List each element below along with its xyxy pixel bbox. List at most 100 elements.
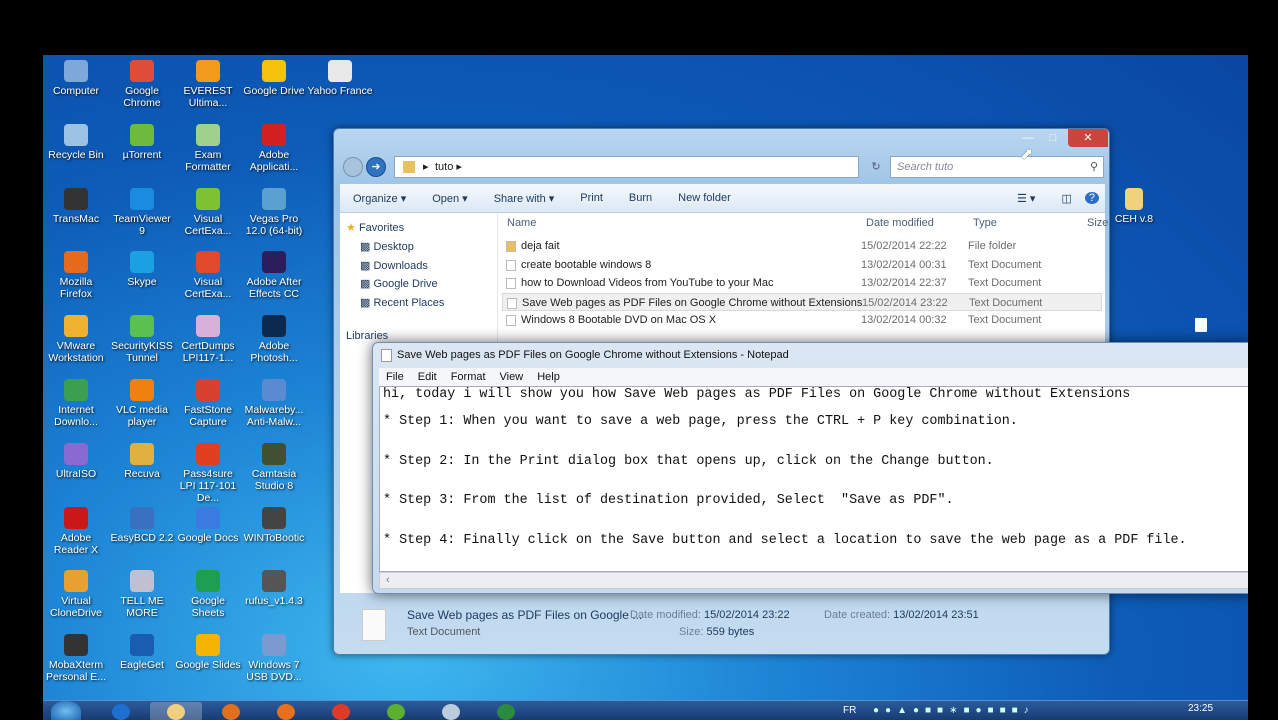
desktop-icon[interactable]: Google Docs [175,506,241,544]
desktop-icon[interactable]: UltraISO [43,442,109,480]
desktop-icon[interactable]: Mozilla Firefox [43,251,109,300]
app-icon [130,187,154,210]
desktop-icon[interactable]: Yahoo France [307,60,373,97]
desktop-icon[interactable]: VLC media player [109,379,175,428]
taskbar-utorrent-button[interactable] [370,702,422,720]
app-icon [262,506,286,529]
desktop-icon[interactable]: Skype [109,251,175,288]
print-button[interactable]: Print [567,192,616,204]
taskbar-internet-explorer-button[interactable] [95,702,147,720]
nav-google-drive[interactable]: ▩ Google Drive [360,277,438,290]
column-type[interactable]: Type [973,217,997,229]
taskbar-firefox-button[interactable] [260,702,312,720]
desktop-icon[interactable]: TransMac [43,187,109,225]
language-indicator[interactable]: FR [843,705,856,716]
desktop-icon[interactable]: SecurityKISS Tunnel [109,315,175,364]
desktop-icon[interactable]: Visual CertExa... [175,187,241,237]
preview-pane-icon[interactable]: ◫ [1048,192,1084,205]
desktop-icon[interactable]: TeamViewer 9 [109,187,175,237]
breadcrumb[interactable]: tuto [435,161,453,173]
desktop-icon[interactable]: Visual CertExa... [175,251,241,300]
nav-desktop[interactable]: ▩ Desktop [360,240,414,253]
desktop-icon[interactable]: Recuva [109,442,175,480]
desktop-icon[interactable]: FastStone Capture [175,379,241,428]
address-bar[interactable]: ▸ tuto ▸ [394,156,859,178]
text-file-icon [506,278,516,290]
app-icon [196,60,220,82]
desktop-icon[interactable]: Adobe After Effects CC [241,251,307,300]
taskbar-explorer-button[interactable] [150,702,202,720]
desktop-icon[interactable]: µTorrent [109,123,175,161]
organize-button[interactable]: Organize ▾ [340,192,419,205]
desktop-icon[interactable]: Google Slides [175,634,241,671]
forward-button[interactable]: ➜ [366,157,386,177]
desktop-icon[interactable]: MobaXterm Personal E... [43,634,109,683]
menu-format[interactable]: Format [444,371,493,383]
new-folder-button[interactable]: New folder [665,192,744,204]
desktop-icon[interactable]: Virtual CloneDrive [43,570,109,619]
clock[interactable]: 23:25 [1188,703,1213,714]
desktop-icon-ceh[interactable]: CEH v.8 [1101,188,1167,225]
desktop-icon[interactable]: Windows 7 USB DVD... [241,634,307,683]
menu-edit[interactable]: Edit [411,371,444,383]
app-icon [130,634,154,657]
desktop-icon[interactable]: Google Sheets [175,570,241,619]
text-editor[interactable]: hi, today i will show you how Save Web p… [379,386,1248,572]
file-row[interactable]: how to Download Videos from YouTube to y… [502,274,1102,292]
desktop-icon[interactable]: Google Chrome [109,60,175,109]
file-row[interactable]: deja fait 15/02/2014 22:22 File folder [502,237,1102,255]
desktop-icon[interactable]: EasyBCD 2.2 [109,506,175,544]
nav-libraries[interactable]: Libraries [346,330,388,342]
nav-downloads[interactable]: ▩ Downloads [360,259,428,272]
desktop-icon[interactable]: Adobe Photosh... [241,315,307,364]
menu-help[interactable]: Help [530,371,567,383]
notepad-window: Save Web pages as PDF Files on Google Ch… [372,342,1248,594]
desktop-icon[interactable]: Computer [43,60,109,97]
desktop-icon[interactable]: Google Drive [241,60,307,97]
desktop-icon[interactable]: Pass4sure LPI 117-101 De... [175,442,241,504]
desktop-icon[interactable]: Internet Downlo... [43,379,109,428]
tray-icons[interactable]: ●●▲●■■∗■●■■■♪ [873,705,1035,716]
desktop-icon[interactable]: Adobe Applicati... [241,123,307,173]
close-button[interactable]: ✕ [1068,129,1108,147]
taskbar-camtasia-button[interactable] [480,702,532,720]
column-date-modified[interactable]: Date modified [866,217,934,229]
desktop-icon[interactable]: EVEREST Ultima... [175,60,241,109]
desktop-icon[interactable]: VMware Workstation [43,315,109,364]
search-input[interactable]: Search tuto ⚲ [890,156,1104,178]
menu-file[interactable]: File [379,371,411,383]
desktop-icon[interactable]: CertDumps LPI117-1... [175,315,241,364]
desktop-icon[interactable]: rufus_v1.4.3 [241,570,307,607]
refresh-button[interactable]: ↻ [865,156,887,178]
share-with-button[interactable]: Share with ▾ [481,192,568,205]
desktop-icon[interactable]: Exam Formatter [175,123,241,173]
file-row[interactable]: Save Web pages as PDF Files on Google Ch… [502,292,1102,311]
desktop-icon[interactable]: EagleGet [109,634,175,671]
details-pane: Save Web pages as PDF Files on Google ..… [340,599,1105,651]
desktop-icon[interactable]: Camtasia Studio 8 [241,442,307,492]
file-row[interactable]: create bootable windows 8 13/02/2014 00:3… [502,256,1102,274]
nav-recent-places[interactable]: ▩ Recent Places [360,296,444,309]
view-options-icon[interactable]: ☰ ▾ [1004,192,1048,205]
desktop-icon[interactable]: Recycle Bin [43,123,109,161]
back-button[interactable] [343,157,363,177]
help-icon[interactable]: ? [1084,192,1099,204]
desktop-icon[interactable]: Malwareby... Anti-Malw... [241,379,307,428]
taskbar-media-player-button[interactable] [205,702,257,720]
open-button[interactable]: Open ▾ [419,192,481,205]
desktop-icon[interactable]: Vegas Pro 12.0 (64-bit) [241,187,307,237]
nav-favorites[interactable]: ★ Favorites [346,221,404,234]
burn-button[interactable]: Burn [616,192,665,204]
menu-view[interactable]: View [493,371,531,383]
start-button[interactable] [51,701,81,720]
desktop-icon[interactable]: Adobe Reader X [43,506,109,556]
horizontal-scrollbar[interactable]: ‹ [379,572,1248,589]
column-name[interactable]: Name [507,217,536,229]
taskbar-chrome-button[interactable] [315,702,367,720]
desktop-icon[interactable]: WINToBootic [241,506,307,544]
maximize-button[interactable]: □ [1040,129,1066,147]
column-size[interactable]: Size [1087,217,1108,229]
file-row[interactable]: Windows 8 Bootable DVD on Mac OS X 13/02/… [502,311,1102,329]
taskbar-notepad-button[interactable] [425,702,477,720]
desktop-icon[interactable]: TELL ME MORE [109,570,175,619]
